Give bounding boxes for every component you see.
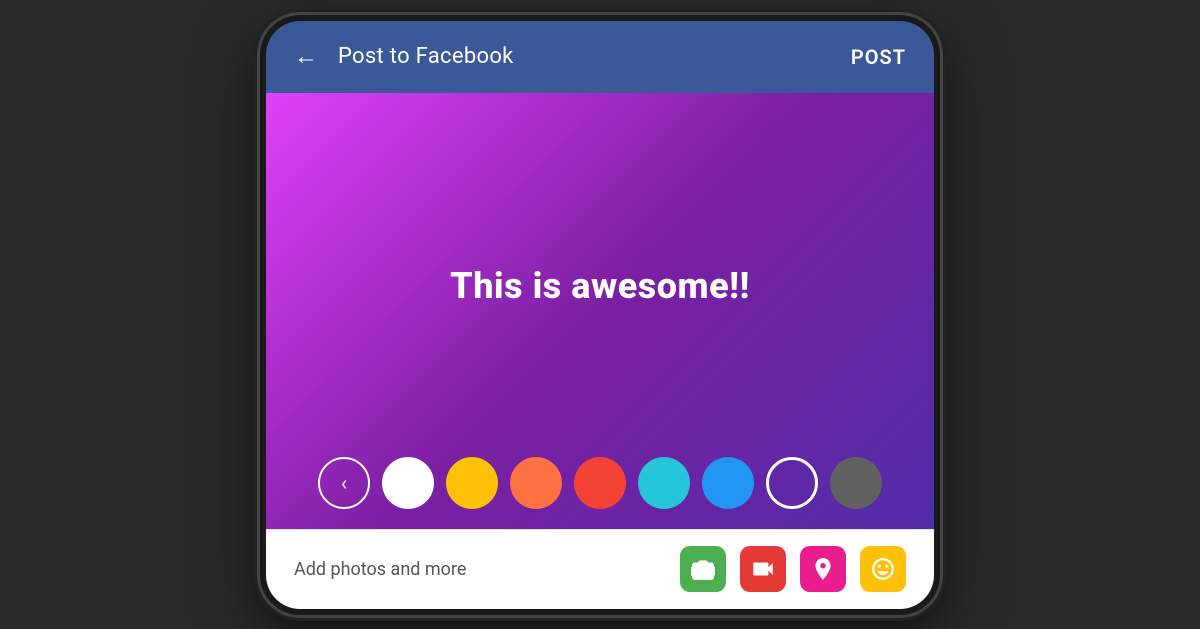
emoji-button[interactable] — [860, 546, 906, 592]
post-button[interactable]: POST — [851, 45, 906, 69]
page-title: Post to Facebook — [338, 44, 514, 69]
phone-wrapper: ← Post to Facebook POST This is awesome!… — [240, 5, 960, 625]
color-option-ring[interactable] — [766, 457, 818, 509]
color-option-blue[interactable] — [702, 457, 754, 509]
content-area: This is awesome!! ‹ — [266, 93, 934, 529]
screen: ← Post to Facebook POST This is awesome!… — [266, 21, 934, 609]
top-bar-left: ← Post to Facebook — [294, 42, 514, 71]
color-option-red[interactable] — [574, 457, 626, 509]
video-button[interactable] — [740, 546, 786, 592]
color-option-yellow[interactable] — [446, 457, 498, 509]
color-option-orange[interactable] — [510, 457, 562, 509]
color-option-white[interactable] — [382, 457, 434, 509]
color-picker-row: ‹ — [266, 457, 934, 509]
camera-button[interactable] — [680, 546, 726, 592]
top-bar: ← Post to Facebook POST — [266, 21, 934, 93]
location-button[interactable] — [800, 546, 846, 592]
camera-icon — [690, 556, 716, 582]
color-option-gray[interactable] — [830, 457, 882, 509]
phone-frame: ← Post to Facebook POST This is awesome!… — [260, 15, 940, 615]
bottom-bar: Add photos and more — [266, 529, 934, 609]
back-button[interactable]: ← — [294, 42, 318, 71]
location-icon — [810, 556, 836, 582]
bottom-icons — [680, 546, 906, 592]
post-text[interactable]: This is awesome!! — [450, 265, 750, 307]
video-icon — [750, 556, 776, 582]
color-back-button[interactable]: ‹ — [318, 457, 370, 509]
emoji-icon — [870, 556, 896, 582]
color-option-teal[interactable] — [638, 457, 690, 509]
add-photos-label: Add photos and more — [294, 559, 466, 580]
